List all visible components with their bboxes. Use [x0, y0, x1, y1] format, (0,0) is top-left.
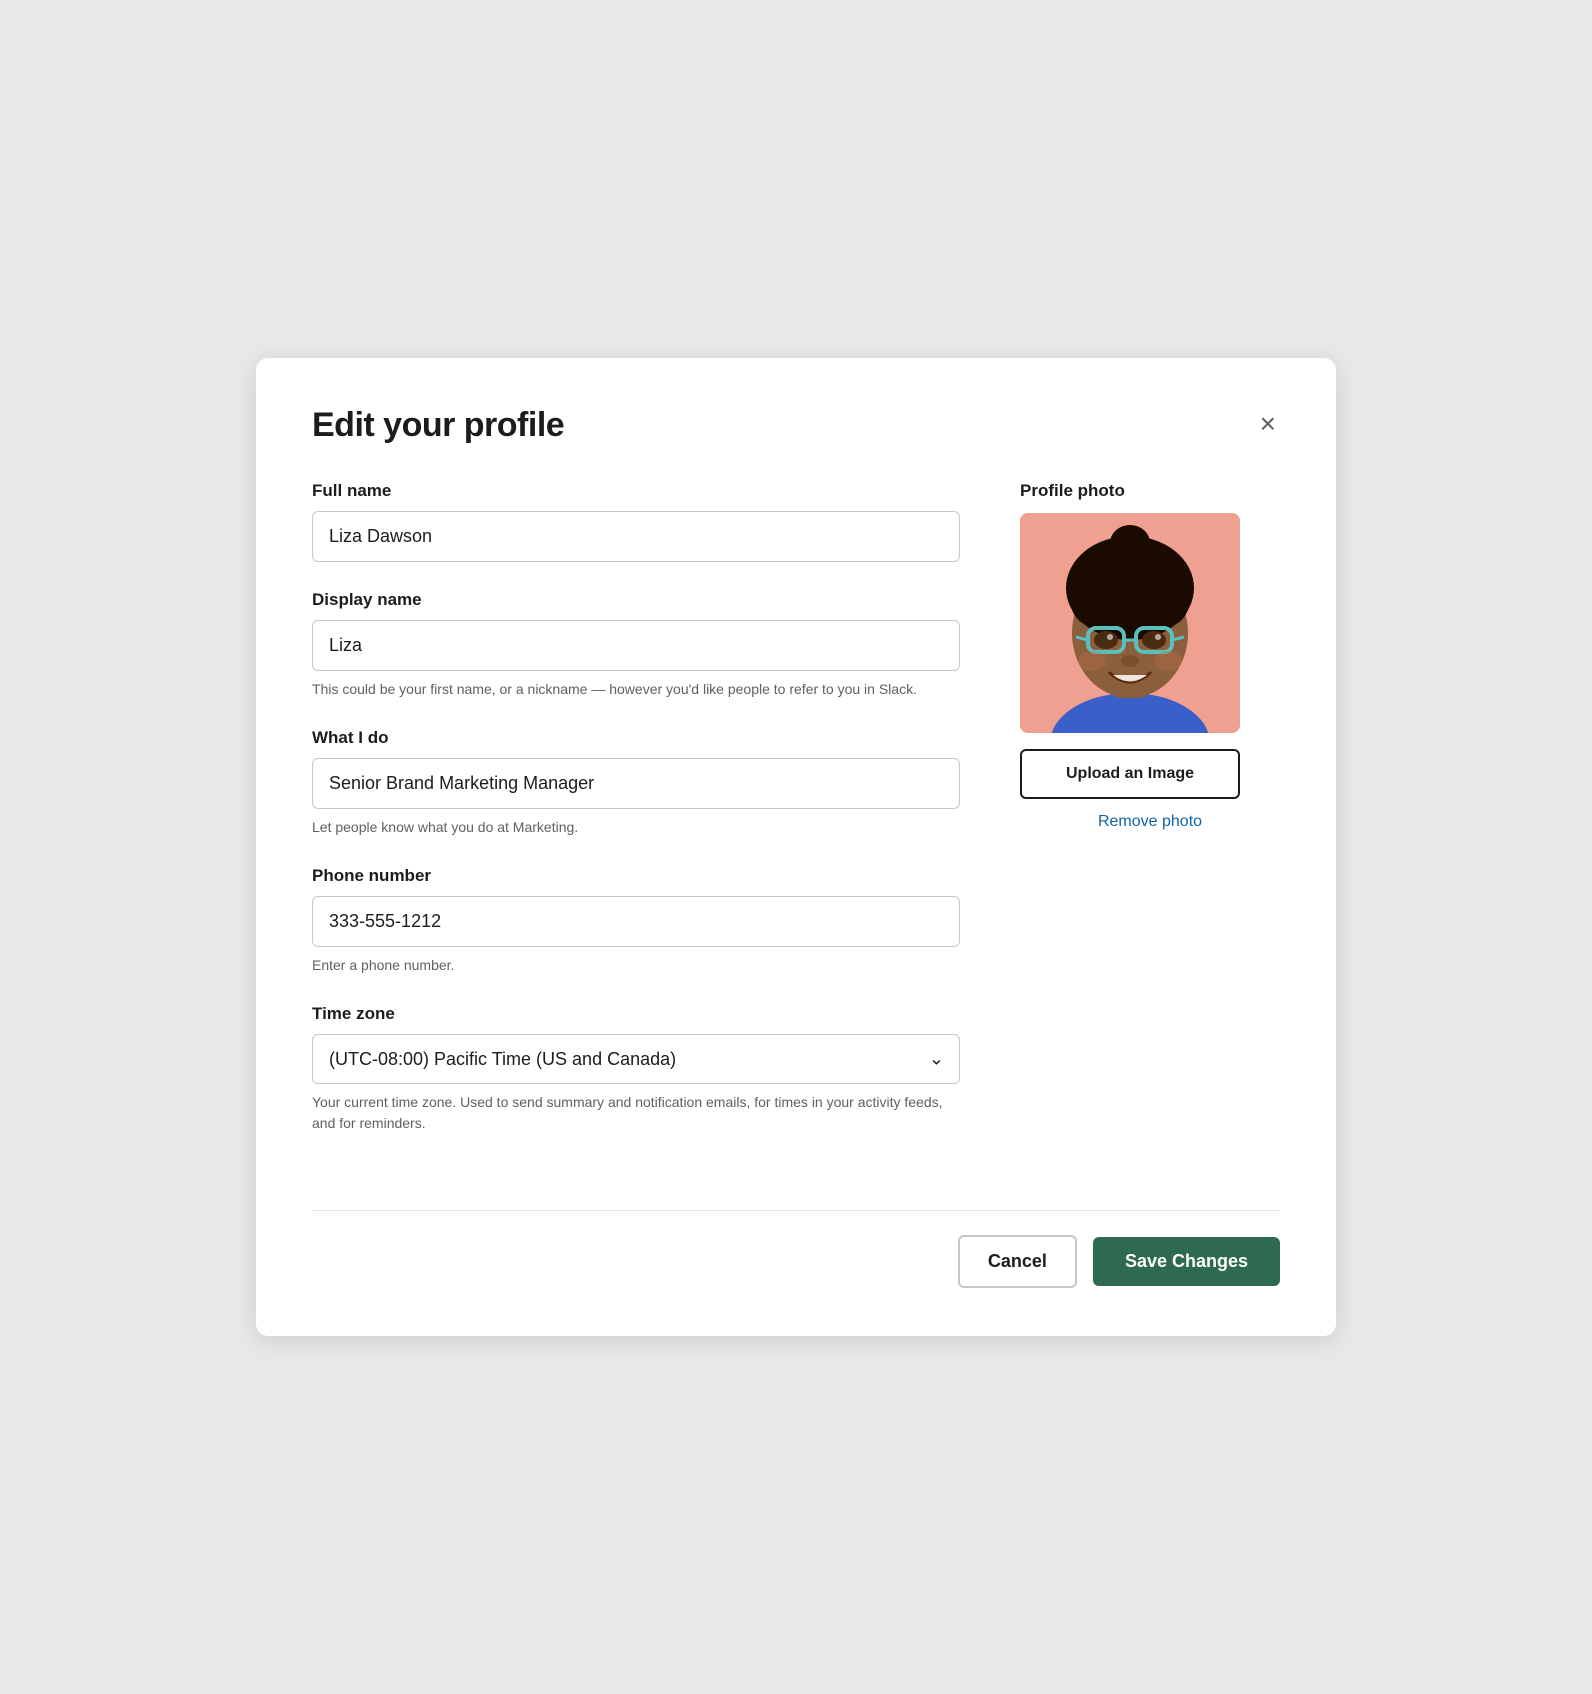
- phone-number-hint: Enter a phone number.: [312, 955, 960, 976]
- profile-photo-container: [1020, 513, 1240, 733]
- phone-number-input[interactable]: [312, 896, 960, 947]
- profile-section: Profile photo: [1020, 481, 1280, 1162]
- modal-body: Full name Display name This could be you…: [312, 481, 1280, 1162]
- display-name-group: Display name This could be your first na…: [312, 590, 960, 700]
- form-section: Full name Display name This could be you…: [312, 481, 960, 1162]
- save-changes-button[interactable]: Save Changes: [1093, 1237, 1280, 1286]
- time-zone-group: Time zone (UTC-08:00) Pacific Time (US a…: [312, 1004, 960, 1134]
- what-i-do-label: What I do: [312, 728, 960, 748]
- full-name-label: Full name: [312, 481, 960, 501]
- remove-photo-link[interactable]: Remove photo: [1020, 813, 1280, 831]
- profile-photo-label: Profile photo: [1020, 481, 1280, 501]
- close-button[interactable]: ×: [1256, 406, 1280, 442]
- display-name-hint: This could be your first name, or a nick…: [312, 679, 960, 700]
- edit-profile-modal: Edit your profile × Full name Display na…: [256, 358, 1336, 1336]
- modal-overlay: Edit your profile × Full name Display na…: [0, 0, 1592, 1694]
- time-zone-label: Time zone: [312, 1004, 960, 1024]
- modal-title: Edit your profile: [312, 406, 564, 445]
- what-i-do-hint: Let people know what you do at Marketing…: [312, 817, 960, 838]
- profile-photo: [1020, 513, 1240, 733]
- timezone-select-wrapper: (UTC-08:00) Pacific Time (US and Canada)…: [312, 1034, 960, 1084]
- full-name-group: Full name: [312, 481, 960, 562]
- what-i-do-group: What I do Let people know what you do at…: [312, 728, 960, 838]
- display-name-input[interactable]: [312, 620, 960, 671]
- modal-header: Edit your profile ×: [312, 406, 1280, 445]
- upload-image-button[interactable]: Upload an Image: [1020, 749, 1240, 799]
- phone-number-group: Phone number Enter a phone number.: [312, 866, 960, 976]
- what-i-do-input[interactable]: [312, 758, 960, 809]
- full-name-input[interactable]: [312, 511, 960, 562]
- display-name-label: Display name: [312, 590, 960, 610]
- modal-footer: Cancel Save Changes: [312, 1210, 1280, 1288]
- cancel-button[interactable]: Cancel: [958, 1235, 1077, 1288]
- time-zone-select[interactable]: (UTC-08:00) Pacific Time (US and Canada)…: [312, 1034, 960, 1084]
- phone-number-label: Phone number: [312, 866, 960, 886]
- time-zone-hint: Your current time zone. Used to send sum…: [312, 1092, 960, 1134]
